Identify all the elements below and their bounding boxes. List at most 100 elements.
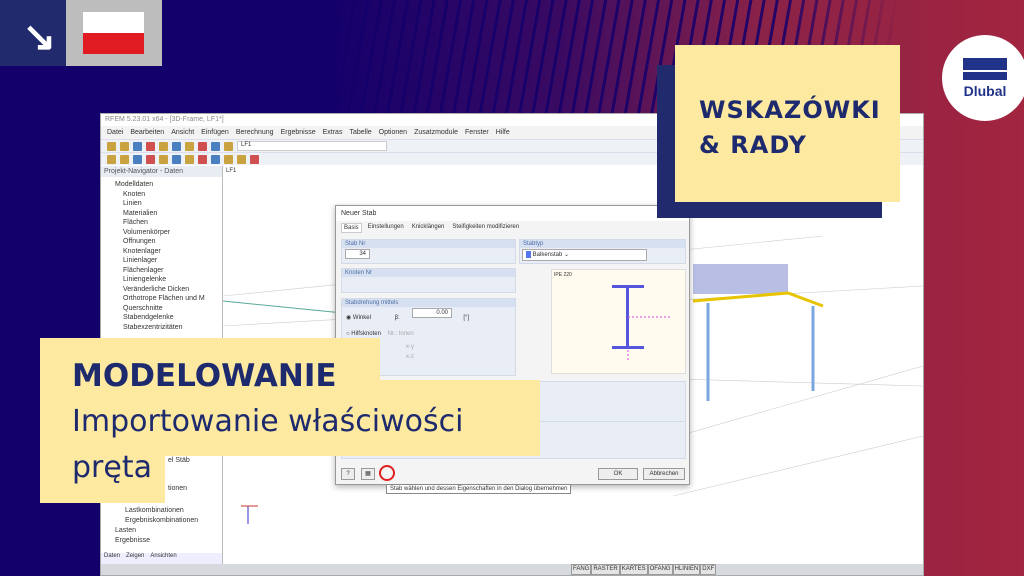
tool-icon[interactable] <box>133 154 142 164</box>
menu-berechnung[interactable]: Berechnung <box>236 129 274 136</box>
stabtyp-select[interactable]: Balkenstab ⌄ <box>522 249 647 261</box>
tree-item[interactable]: Flächen <box>115 218 222 228</box>
stabtyp-value: Balkenstab <box>532 252 563 259</box>
menu-tabelle[interactable]: Tabelle <box>349 129 371 136</box>
redo-icon[interactable] <box>172 141 181 151</box>
undo-icon[interactable] <box>159 141 168 151</box>
beam-line <box>223 300 354 315</box>
rotation-label: Stabdrehung mittels <box>342 299 515 307</box>
new-icon[interactable] <box>107 141 116 151</box>
tab-einstellungen[interactable]: Einstellungen <box>366 223 406 233</box>
tree-item[interactable]: Materialien <box>115 209 222 219</box>
open-icon[interactable] <box>120 141 129 151</box>
tool-icon[interactable] <box>159 154 168 164</box>
dialog-tabs: Basis Einstellungen Knicklängen Steifigk… <box>336 221 689 235</box>
tree-item[interactable]: Öffnungen <box>115 237 222 247</box>
tree-item[interactable]: Lastkombinationen <box>125 506 184 515</box>
xy-radio[interactable]: x-y <box>406 342 511 352</box>
knoten-group: Knoten Nr <box>341 268 516 293</box>
menu-zusatzmodule[interactable]: Zusatzmodule <box>414 129 458 136</box>
tool-icon[interactable] <box>224 154 233 164</box>
tool-icon[interactable] <box>224 141 233 151</box>
tool-icon[interactable] <box>198 154 207 164</box>
tool-icon[interactable] <box>120 154 129 164</box>
status-hlinien[interactable]: HLINIEN <box>672 564 701 575</box>
tool-icon[interactable] <box>211 154 220 164</box>
arrow-down-right-icon: ↘ <box>0 0 66 66</box>
ok-button[interactable]: OK <box>598 468 638 480</box>
tips-box: WSKAZÓWKI & RADY <box>675 45 900 202</box>
navigator-title: Projekt-Navigator - Daten <box>101 166 222 177</box>
tool-icon[interactable] <box>185 141 194 151</box>
tree-item[interactable]: Ergebniskombinationen <box>125 516 198 525</box>
cancel-button[interactable]: Abbrechen <box>643 468 685 480</box>
tree-item[interactable]: Knotenlager <box>115 247 222 257</box>
status-dxf[interactable]: DXF <box>700 564 717 575</box>
tree-item[interactable]: Veränderliche Dicken <box>115 285 222 295</box>
save-icon[interactable] <box>133 141 142 151</box>
menu-einfuegen[interactable]: Einfügen <box>201 129 229 136</box>
tree-item[interactable]: Liniengelenke <box>115 275 222 285</box>
tab-basis[interactable]: Basis <box>341 223 362 233</box>
menu-extras[interactable]: Extras <box>323 129 343 136</box>
tool-icon[interactable] <box>107 154 116 164</box>
winkel-radio[interactable]: ◉ <box>346 315 353 321</box>
tree-item[interactable]: Lasten <box>115 526 136 535</box>
navigator-tabs: Daten Zeigen Ansichten <box>101 553 222 564</box>
dialog-title: Neuer Stab <box>336 206 689 221</box>
axis-icon <box>241 505 258 524</box>
tree-item[interactable]: Stabendgelenke <box>115 313 222 323</box>
print-icon[interactable] <box>146 141 155 151</box>
menu-optionen[interactable]: Optionen <box>379 129 407 136</box>
tool-icon[interactable] <box>146 154 155 164</box>
tab-ansichten[interactable]: Ansichten <box>150 553 176 564</box>
tree-item[interactable]: Linien <box>115 199 222 209</box>
unit-label: [°] <box>463 315 470 321</box>
tips-subheading: & RADY <box>699 131 807 159</box>
knoten-label: Knoten Nr <box>342 269 515 277</box>
tab-zeigen[interactable]: Zeigen <box>126 553 144 564</box>
menu-datei[interactable]: Datei <box>107 129 123 136</box>
status-ofang[interactable]: OFANG <box>647 564 673 575</box>
menu-fenster[interactable]: Fenster <box>465 129 489 136</box>
tree-item[interactable]: Querschnitte <box>115 304 222 314</box>
tree-item[interactable]: Modelldaten <box>115 180 222 190</box>
status-kartes[interactable]: KARTES <box>619 564 648 575</box>
tab-steifigkeiten[interactable]: Steifigkeiten modifizieren <box>450 223 521 233</box>
dlubal-logo-icon <box>963 57 1007 80</box>
tab-knicklaengen[interactable]: Knicklängen <box>410 223 447 233</box>
subtitle-line-2: pręta <box>72 450 152 485</box>
tree-item[interactable]: Orthotrope Flächen und M <box>115 294 222 304</box>
tool-icon[interactable] <box>250 154 259 164</box>
loadcase-select[interactable]: LF1 <box>237 141 387 151</box>
tree-item[interactable]: Flächenlager <box>115 266 222 276</box>
tool-icon[interactable] <box>237 154 246 164</box>
tree-item[interactable]: Linienlager <box>115 256 222 266</box>
tree-item[interactable]: Volumenkörper <box>115 228 222 238</box>
stab-nr-input[interactable]: 34 <box>345 249 370 259</box>
status-raster[interactable]: RASTER <box>591 564 620 575</box>
hilfsknoten-label: Hilfsknoten <box>351 331 381 337</box>
tree-item[interactable]: Ergebnisse <box>115 536 150 545</box>
tool-icon[interactable] <box>198 141 207 151</box>
tool-icon[interactable] <box>211 141 220 151</box>
load-panel <box>693 264 788 294</box>
menu-ansicht[interactable]: Ansicht <box>171 129 194 136</box>
menu-hilfe[interactable]: Hilfe <box>496 129 510 136</box>
stabtyp-label: Stabtyp <box>520 240 685 248</box>
subtitle-line-1: Importowanie właściwości <box>72 404 464 439</box>
status-fang[interactable]: FANG <box>571 564 592 575</box>
tab-daten[interactable]: Daten <box>104 553 120 564</box>
menu-bearbeiten[interactable]: Bearbeiten <box>130 129 164 136</box>
tree-item[interactable]: Knoten <box>115 190 222 200</box>
beta-input[interactable]: 0.00 <box>412 308 452 318</box>
winkel-label: Winkel <box>352 315 371 321</box>
stab-nr-label: Stab Nr <box>342 240 515 248</box>
tool-icon[interactable] <box>172 154 181 164</box>
tool-icon[interactable] <box>185 154 194 164</box>
tree-item[interactable]: Stabexzentrizitäten <box>115 323 222 333</box>
innen-select[interactable]: Innen <box>399 331 414 337</box>
yellow-beam <box>692 291 824 308</box>
main-title: MODELOWANIE <box>72 358 337 394</box>
menu-ergebnisse[interactable]: Ergebnisse <box>281 129 316 136</box>
